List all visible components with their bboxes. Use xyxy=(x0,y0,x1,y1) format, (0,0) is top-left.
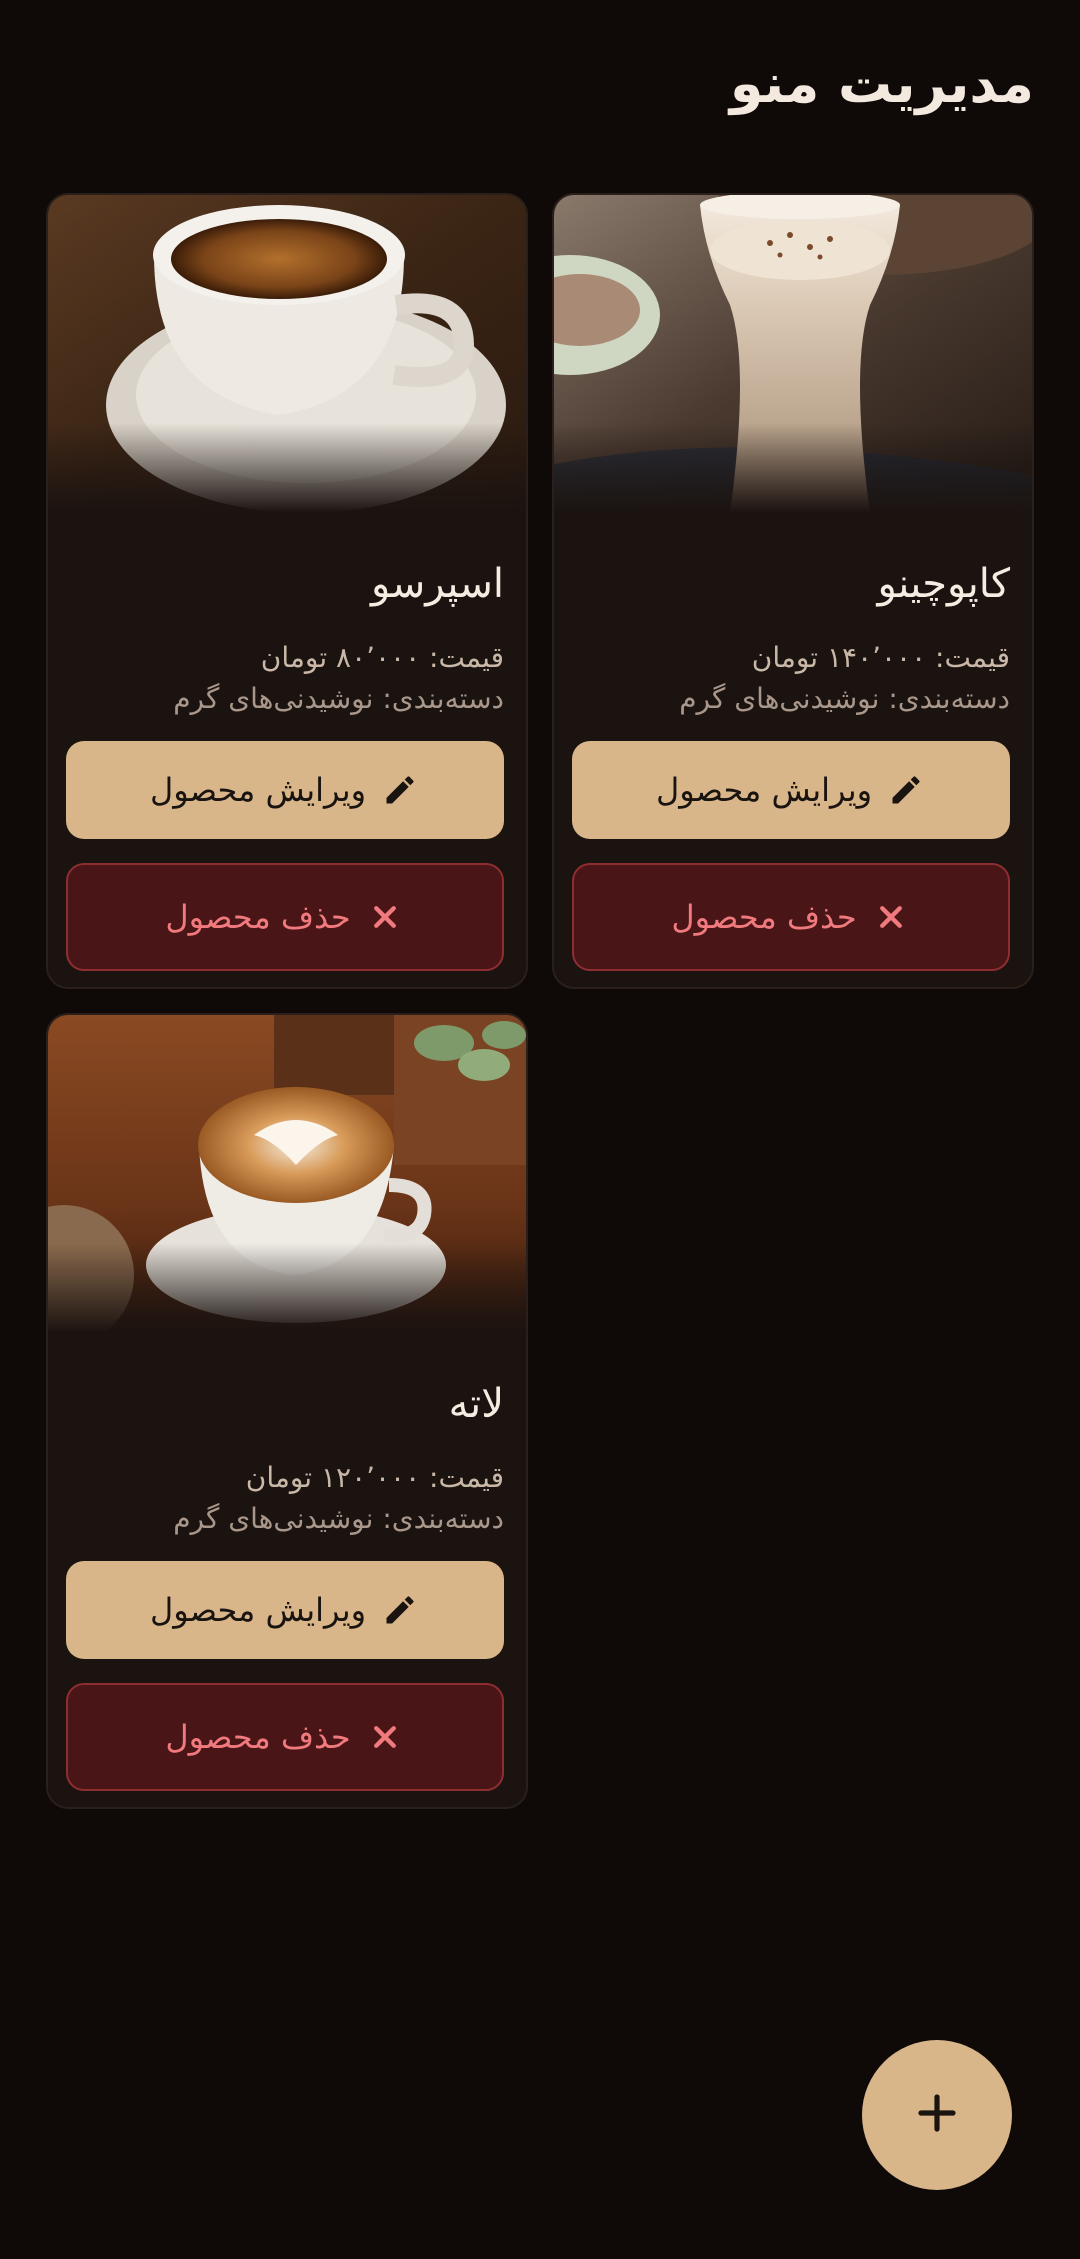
close-icon xyxy=(365,897,405,937)
product-card: لاته قیمت: ۱۲۰٬۰۰۰ تومان دسته‌بندی: نوشی… xyxy=(46,1013,528,1809)
product-image xyxy=(48,195,526,513)
product-name: کاپوچینو xyxy=(877,561,1010,607)
pencil-icon xyxy=(380,1590,420,1630)
close-icon xyxy=(871,897,911,937)
delete-product-button[interactable]: حذف محصول xyxy=(572,863,1010,971)
product-name: لاته xyxy=(448,1381,504,1427)
product-category: دسته‌بندی: نوشیدنی‌های گرم xyxy=(679,682,1010,715)
product-grid: اسپرسو قیمت: ۸۰٬۰۰۰ تومان دسته‌بندی: نوش… xyxy=(46,193,1034,1809)
edit-product-button[interactable]: ویرایش محصول xyxy=(66,1561,504,1659)
delete-product-button[interactable]: حذف محصول xyxy=(66,1683,504,1791)
product-card: کاپوچینو قیمت: ۱۴۰٬۰۰۰ تومان دسته‌بندی: … xyxy=(552,193,1034,989)
page-title: مدیریت منو xyxy=(729,52,1034,115)
product-image xyxy=(48,1015,526,1333)
edit-button-label: ویرایش محصول xyxy=(655,771,873,809)
product-price: قیمت: ۸۰٬۰۰۰ تومان xyxy=(260,641,504,674)
edit-product-button[interactable]: ویرایش محصول xyxy=(66,741,504,839)
product-category: دسته‌بندی: نوشیدنی‌های گرم xyxy=(173,1502,504,1535)
pencil-icon xyxy=(380,770,420,810)
edit-button-label: ویرایش محصول xyxy=(149,771,367,809)
add-product-button[interactable] xyxy=(862,2040,1012,2190)
product-card: اسپرسو قیمت: ۸۰٬۰۰۰ تومان دسته‌بندی: نوش… xyxy=(46,193,528,989)
product-price: قیمت: ۱۲۰٬۰۰۰ تومان xyxy=(245,1461,504,1494)
product-image xyxy=(554,195,1032,513)
pencil-icon xyxy=(886,770,926,810)
product-name: اسپرسو xyxy=(371,561,504,607)
delete-button-label: حذف محصول xyxy=(671,898,857,936)
delete-product-button[interactable]: حذف محصول xyxy=(66,863,504,971)
edit-button-label: ویرایش محصول xyxy=(149,1591,367,1629)
delete-button-label: حذف محصول xyxy=(165,898,351,936)
product-price: قیمت: ۱۴۰٬۰۰۰ تومان xyxy=(751,641,1010,674)
product-category: دسته‌بندی: نوشیدنی‌های گرم xyxy=(173,682,504,715)
delete-button-label: حذف محصول xyxy=(165,1718,351,1756)
close-icon xyxy=(365,1717,405,1757)
plus-icon xyxy=(913,2089,961,2141)
edit-product-button[interactable]: ویرایش محصول xyxy=(572,741,1010,839)
